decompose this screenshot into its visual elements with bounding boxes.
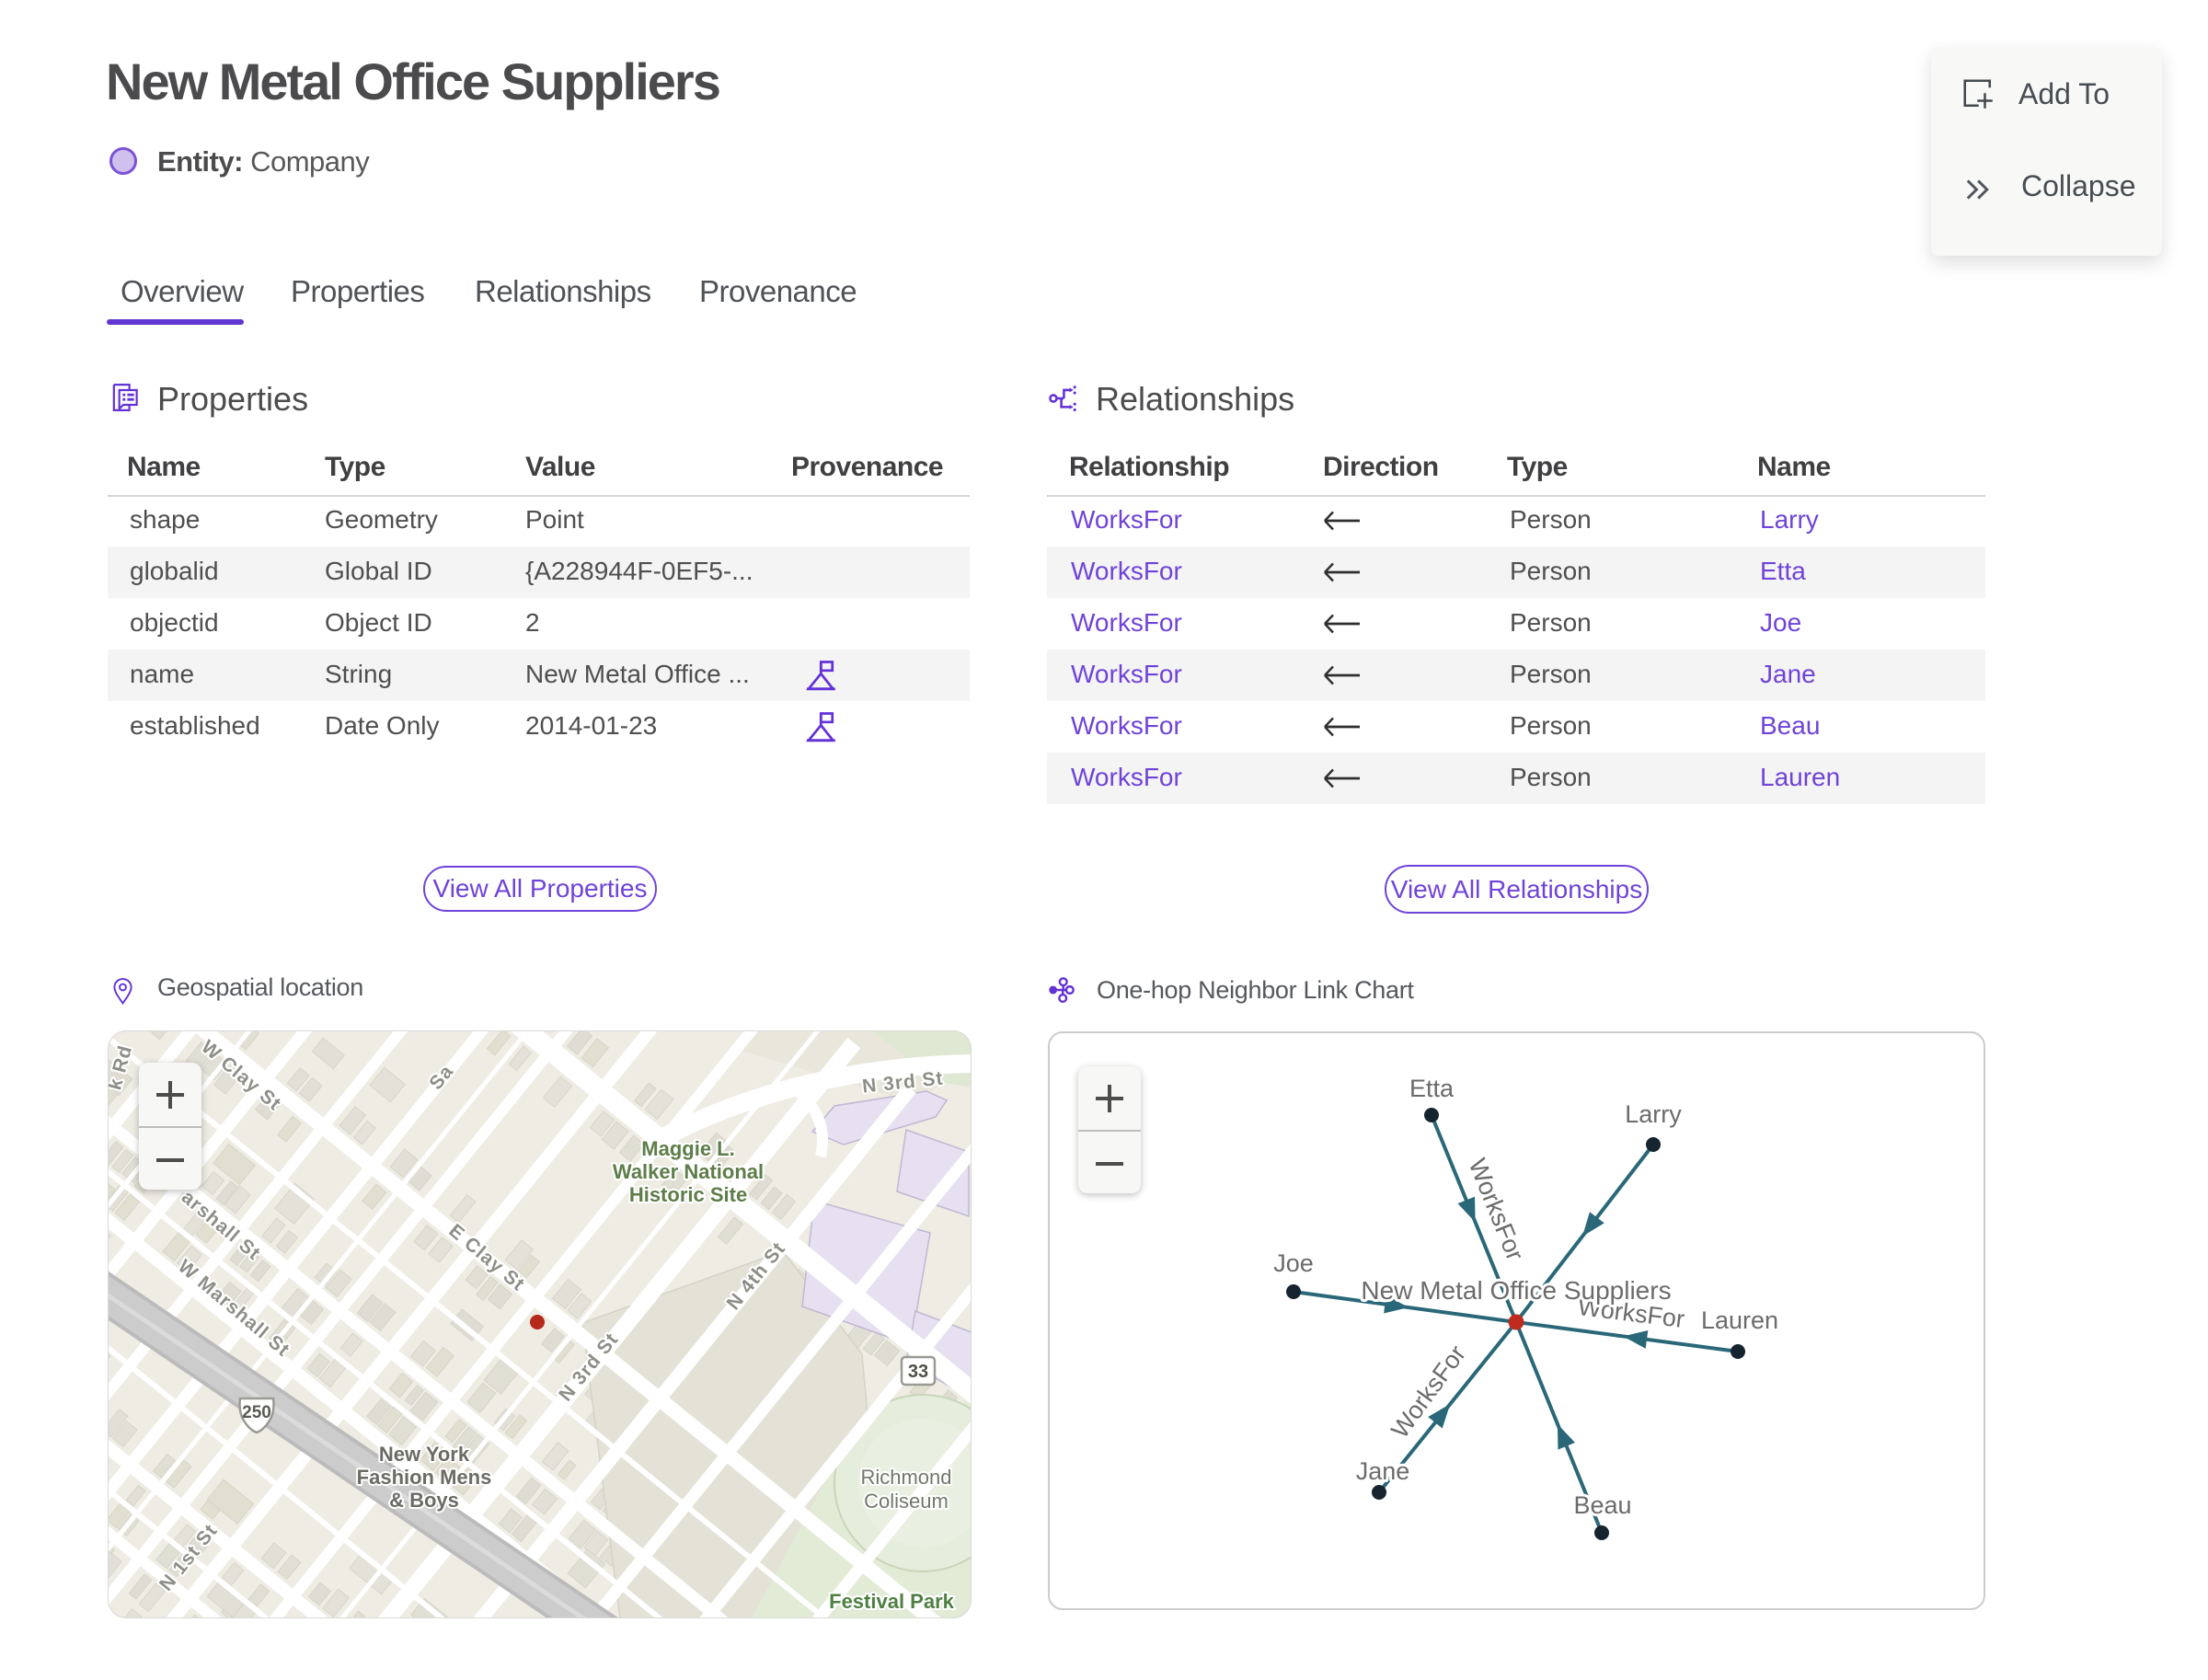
svg-text:Fashion Mens: Fashion Mens xyxy=(357,1466,492,1489)
svg-text:Jane: Jane xyxy=(1356,1457,1410,1485)
svg-text:New York: New York xyxy=(379,1443,470,1466)
svg-text:Etta: Etta xyxy=(1409,1075,1455,1102)
svg-text:Maggie L.: Maggie L. xyxy=(641,1137,734,1160)
svg-text:Historic Site: Historic Site xyxy=(629,1183,747,1206)
svg-text:Beau: Beau xyxy=(1573,1491,1631,1519)
svg-text:Joe: Joe xyxy=(1273,1249,1314,1277)
svg-text:33: 33 xyxy=(908,1362,928,1382)
svg-text:New Metal Office Suppliers: New Metal Office Suppliers xyxy=(1361,1276,1671,1305)
svg-text:250: 250 xyxy=(242,1403,271,1422)
svg-text:Richmond: Richmond xyxy=(860,1466,951,1489)
svg-text:Festival Park: Festival Park xyxy=(829,1590,955,1613)
svg-text:Walker National: Walker National xyxy=(613,1160,764,1183)
svg-text:Lauren: Lauren xyxy=(1701,1306,1778,1334)
svg-text:& Boys: & Boys xyxy=(389,1489,459,1512)
svg-text:Coliseum: Coliseum xyxy=(864,1490,949,1513)
svg-text:Larry: Larry xyxy=(1625,1100,1682,1128)
